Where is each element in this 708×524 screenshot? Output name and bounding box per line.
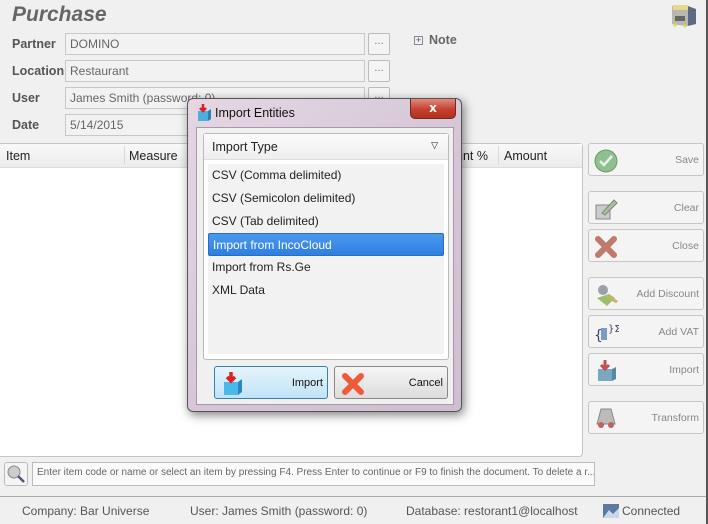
list-item[interactable]: XML Data [208, 279, 444, 302]
add-vat-button[interactable]: {}Σ Add VAT [588, 315, 704, 348]
partner-label: Partner [12, 37, 56, 51]
location-field[interactable]: Restaurant [65, 60, 365, 82]
list-item[interactable]: CSV (Semicolon delimited) [208, 187, 444, 210]
import-type-options: CSV (Comma delimited) CSV (Semicolon del… [208, 164, 444, 354]
list-item-selected[interactable]: Import from IncoCloud [208, 233, 444, 256]
dialog-title: Import Entities [215, 106, 295, 120]
close-button[interactable]: Close [588, 229, 704, 262]
import-entities-dialog: Import Entities x Import Type ▽ CSV (Com… [187, 98, 462, 412]
dialog-cancel-button[interactable]: Cancel [334, 366, 448, 399]
save-label: Save [675, 154, 699, 166]
status-user: User: James Smith (password: 0) [190, 504, 368, 518]
list-item[interactable]: Import from Rs.Ge [208, 256, 444, 279]
status-database: Database: restorant1@localhost [406, 504, 578, 518]
add-discount-button[interactable]: Add Discount [588, 277, 704, 310]
close-icon: x [429, 101, 437, 115]
note-expander[interactable]: + Note [414, 33, 457, 47]
clear-button[interactable]: Clear [588, 191, 704, 224]
connection-icon [603, 504, 619, 518]
search-button[interactable] [4, 462, 28, 486]
x-icon [342, 373, 364, 395]
import-type-label: Import Type [212, 140, 278, 154]
clear-label: Clear [673, 202, 699, 214]
column-amount[interactable]: Amount [504, 149, 547, 163]
import-icon [224, 372, 242, 395]
item-search-input[interactable]: Enter item code or name or select an ite… [32, 462, 595, 486]
dialog-import-label: Import [291, 377, 323, 389]
x-icon [595, 236, 617, 258]
location-label: Location [12, 64, 65, 78]
location-browse-button[interactable]: ... [368, 60, 390, 82]
plus-icon: + [414, 34, 423, 45]
column-separator [498, 146, 499, 164]
column-measure[interactable]: Measure [129, 149, 178, 163]
search-icon [7, 465, 25, 483]
status-bar: Company: Bar Universe User: James Smith … [0, 496, 708, 524]
transform-icon [596, 408, 616, 428]
check-icon [594, 149, 618, 173]
user-label: User [12, 91, 40, 105]
list-item[interactable]: CSV (Tab delimited) [208, 210, 444, 233]
import-type-list[interactable]: Import Type ▽ CSV (Comma delimited) CSV … [203, 133, 449, 360]
edit-icon [595, 199, 618, 220]
import-icon [598, 360, 616, 381]
status-connection: Connected [622, 504, 681, 518]
sigma-icon: {}Σ [594, 324, 619, 344]
svg-text:}Σ: }Σ [608, 324, 619, 335]
column-separator [124, 146, 125, 164]
add-discount-label: Add Discount [636, 288, 699, 300]
dialog-import-button[interactable]: Import [214, 366, 328, 399]
partner-field[interactable]: DOMINO [65, 33, 365, 55]
add-vat-label: Add VAT [658, 326, 699, 338]
date-label: Date [12, 118, 40, 132]
page-title: Purchase [12, 3, 107, 26]
transform-button[interactable]: Transform [588, 401, 704, 434]
import-icon [198, 104, 211, 121]
transform-label: Transform [651, 412, 699, 424]
note-label: Note [429, 33, 457, 47]
discount-icon [597, 285, 618, 306]
truck-icon[interactable] [668, 2, 698, 30]
dialog-close-button[interactable]: x [410, 99, 456, 119]
dialog-cancel-label: Cancel [408, 377, 443, 389]
import-label: Import [669, 364, 699, 376]
list-item[interactable]: CSV (Comma delimited) [208, 164, 444, 187]
import-button[interactable]: Import [588, 353, 704, 386]
import-type-header[interactable]: Import Type ▽ [204, 134, 448, 160]
save-button[interactable]: Save [588, 143, 704, 176]
partner-browse-button[interactable]: ... [368, 33, 390, 55]
chevron-down-icon: ▽ [431, 140, 438, 150]
status-company: Company: Bar Universe [22, 504, 150, 518]
dialog-body: Import Type ▽ CSV (Comma delimited) CSV … [196, 127, 454, 405]
column-item[interactable]: Item [6, 149, 30, 163]
close-label: Close [672, 240, 699, 252]
